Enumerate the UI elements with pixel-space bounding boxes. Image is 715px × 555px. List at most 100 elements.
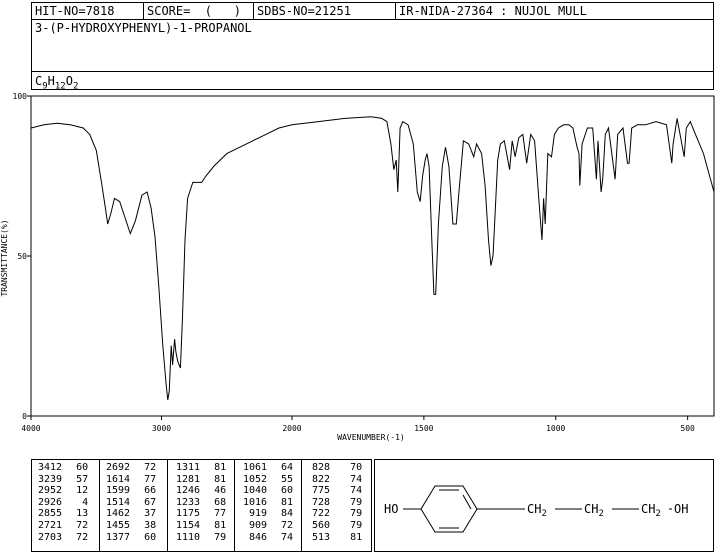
peak-row: 722 79 (312, 508, 371, 520)
x-tick-label: 2000 (282, 424, 301, 433)
peak-row: 1599 66 (106, 485, 167, 497)
peak-wavenumber: 1462 (106, 508, 131, 520)
formula-o: O (65, 74, 73, 88)
peak-transmittance: 72 (76, 531, 89, 543)
peak-row: 822 74 (312, 474, 371, 486)
x-tick-label: 1000 (546, 424, 565, 433)
peak-wavenumber: 1175 (176, 508, 201, 520)
peak-row: 1040 60 (243, 485, 301, 497)
peak-transmittance: 13 (76, 508, 89, 520)
peak-wavenumber: 2855 (38, 508, 63, 520)
peak-row: 1016 81 (243, 497, 301, 509)
peak-transmittance: 37 (144, 508, 157, 520)
peak-wavenumber: 822 (312, 473, 331, 485)
peak-wavenumber: 919 (248, 508, 267, 520)
methylene-label-3: CH2 (641, 502, 661, 519)
peak-row: 3412 60 (38, 462, 99, 474)
methylene-label-2: CH2 (584, 502, 604, 519)
x-axis-ticks: 4000 3000 2000 1500 1000 500 (21, 416, 695, 433)
peak-transmittance: 64 (281, 462, 294, 473)
peak-transmittance: 70 (350, 462, 363, 473)
peak-row: 1175 77 (176, 508, 234, 520)
peak-transmittance: 79 (350, 508, 363, 520)
methylene-label-1: CH2 (527, 502, 547, 519)
peak-transmittance: 72 (144, 462, 157, 473)
peak-transmittance: 4 (82, 496, 89, 508)
peak-row: 1377 60 (106, 532, 167, 544)
peak-transmittance: 66 (144, 485, 157, 497)
peak-wavenumber: 1455 (106, 519, 131, 531)
structure-panel: HO CH2 CH2 CH2 OH (374, 459, 714, 552)
peak-wavenumber: 728 (312, 496, 331, 508)
spectrum-line (30, 116, 715, 401)
peak-transmittance: 60 (144, 531, 157, 543)
x-axis-label: WAVENUMBER(-1) (337, 433, 404, 442)
peak-row: 2855 13 (38, 508, 99, 520)
peak-transmittance: 67 (144, 496, 157, 508)
peak-row: 1281 81 (176, 474, 234, 486)
peak-wavenumber: 2952 (38, 485, 63, 497)
peak-transmittance: 55 (281, 473, 294, 485)
peak-transmittance: 74 (350, 473, 363, 485)
peak-wavenumber: 846 (248, 531, 267, 543)
peak-transmittance: 60 (281, 485, 294, 497)
peak-row: 1061 64 (243, 462, 301, 474)
x-tick-label: 500 (680, 424, 695, 433)
peak-wavenumber: 2721 (38, 519, 63, 531)
y-axis-label: TRANSMITTANCE(%) (0, 219, 9, 296)
peak-wavenumber: 1311 (176, 462, 201, 473)
peak-transmittance: 72 (76, 519, 89, 531)
peak-row: 2703 72 (38, 532, 99, 544)
benzene-ring (420, 485, 478, 533)
peak-wavenumber: 513 (312, 531, 331, 543)
peak-column: 828 70 822 74 775 74 728 79 722 79 560 7… (301, 460, 371, 551)
peak-row: 919 84 (243, 508, 301, 520)
formula-h: H (47, 74, 55, 88)
x-tick-label: 4000 (21, 424, 40, 433)
peak-transmittance: 77 (214, 508, 227, 520)
formula-row (32, 71, 713, 91)
ir-nida-number: IR-NIDA-27364 : NUJOL MULL (395, 3, 715, 19)
peak-row: 1246 46 (176, 485, 234, 497)
peak-wavenumber: 1040 (243, 485, 268, 497)
peak-transmittance: 72 (281, 519, 294, 531)
peak-transmittance: 60 (76, 462, 89, 473)
peak-row: 775 74 (312, 485, 371, 497)
peak-transmittance: 81 (214, 462, 227, 473)
peak-row: 1110 79 (176, 532, 234, 544)
peak-row: 728 79 (312, 497, 371, 509)
peak-wavenumber: 1281 (176, 473, 201, 485)
peak-transmittance: 77 (144, 473, 157, 485)
spectrum-header: HIT-NO=7818 SCORE= ( ) SDBS-NO=21251 IR-… (31, 2, 715, 91)
peak-wavenumber: 909 (248, 519, 267, 531)
peak-row: 2952 12 (38, 485, 99, 497)
hit-number: HIT-NO=7818 (35, 4, 115, 18)
peak-transmittance: 81 (350, 531, 363, 543)
peak-row: 1614 77 (106, 474, 167, 486)
peak-row: 846 74 (243, 532, 301, 544)
peak-column: 1311 81 1281 81 1246 46 1233 68 1175 77 … (167, 460, 234, 551)
peak-wavenumber: 1377 (106, 531, 131, 543)
peak-transmittance: 81 (214, 519, 227, 531)
peak-wavenumber: 1514 (106, 496, 131, 508)
peak-transmittance: 81 (281, 496, 294, 508)
peak-wavenumber: 1110 (176, 531, 201, 543)
peak-wavenumber: 1154 (176, 519, 201, 531)
peak-transmittance: 79 (214, 531, 227, 543)
peak-wavenumber: 1233 (176, 496, 201, 508)
peak-wavenumber: 2703 (38, 531, 63, 543)
peak-wavenumber: 1016 (243, 496, 268, 508)
peak-row: 1052 55 (243, 474, 301, 486)
peak-table: 3412 60 3239 57 2952 12 2926 4 2855 13 2… (31, 459, 372, 552)
peak-wavenumber: 3239 (38, 473, 63, 485)
compound-name: 3-(P-HYDROXYPHENYL)-1-PROPANOL (35, 21, 252, 35)
peak-wavenumber: 1052 (243, 473, 268, 485)
peak-wavenumber: 1246 (176, 485, 201, 497)
peak-transmittance: 81 (214, 473, 227, 485)
peak-row: 560 79 (312, 520, 371, 532)
x-tick-label: 1500 (414, 424, 433, 433)
plot-frame (30, 95, 715, 417)
peak-row: 909 72 (243, 520, 301, 532)
peak-column: 3412 60 3239 57 2952 12 2926 4 2855 13 2… (32, 460, 99, 551)
sdbs-number: SDBS-NO=21251 (253, 3, 395, 19)
